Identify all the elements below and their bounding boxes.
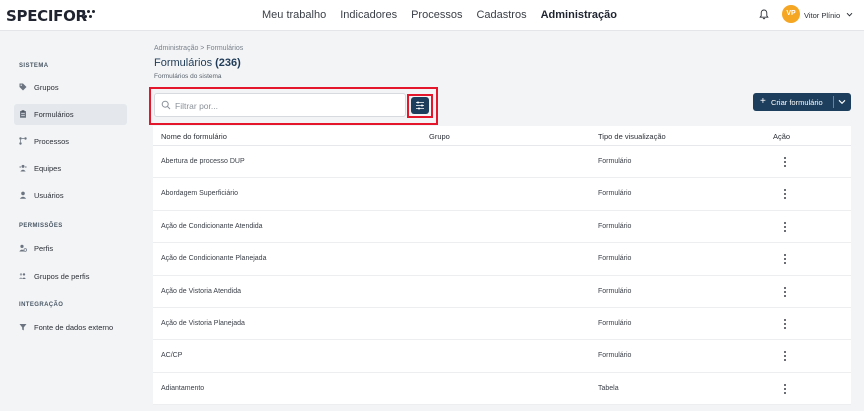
nav-item-indicadores[interactable]: Indicadores	[340, 9, 397, 21]
more-options-icon[interactable]	[782, 220, 788, 234]
search-input[interactable]	[175, 97, 401, 114]
sidebar-item-usuarios[interactable]: Usuários	[14, 185, 127, 206]
profile-gear-icon	[19, 244, 27, 252]
sidebar-item-label: Grupos	[34, 83, 59, 92]
tag-icon	[19, 83, 27, 91]
page-subtitle: Formulários do sistema	[154, 73, 222, 80]
search-icon	[161, 100, 171, 110]
cell-view-type: Formulário	[598, 255, 632, 263]
table-row[interactable]: Ação de Vistoria Planejada Formulário	[153, 307, 851, 341]
table-row[interactable]: AC/CP Formulário	[153, 340, 851, 373]
cell-view-type: Formulário	[598, 222, 632, 230]
page-title-count: (236)	[215, 57, 241, 69]
top-bar: SPECIFOR Meu trabalho Indicadores Proces…	[0, 0, 864, 31]
user-name[interactable]: Vitor Plínio	[804, 11, 840, 20]
more-options-icon[interactable]	[782, 187, 788, 201]
plus-icon: +	[760, 96, 766, 107]
main-nav: Meu trabalho Indicadores Processos Cadas…	[262, 9, 631, 21]
sidebar-section-sistema: SISTEMA	[19, 63, 49, 69]
cell-view-type: Tabela	[598, 384, 619, 392]
cell-form-name: Ação de Condicionante Planejada	[161, 255, 267, 263]
table-header: Nome do formulário Grupo Tipo de visuali…	[153, 126, 851, 146]
funnel-icon	[19, 324, 27, 331]
team-icon	[19, 164, 27, 172]
breadcrumb: Administração > Formulários	[154, 45, 244, 52]
column-header-acao: Ação	[773, 132, 791, 141]
search-box[interactable]	[154, 93, 406, 117]
sidebar-item-label: Fonte de dados externo	[34, 323, 114, 332]
sidebar-item-formularios[interactable]: Formulários	[14, 104, 127, 125]
nav-item-cadastros[interactable]: Cadastros	[476, 9, 526, 21]
table-row[interactable]: Ação de Condicionante Planejada Formulár…	[153, 243, 851, 276]
profile-group-icon	[19, 273, 26, 279]
table-row[interactable]: Ação de Condicionante Atendida Formulári…	[153, 210, 851, 244]
sidebar-item-grupos-de-perfis[interactable]: Grupos de perfis	[14, 266, 127, 287]
sidebar: SISTEMA Grupos Formulários Processos Equ…	[0, 31, 142, 411]
sidebar-item-label: Equipes	[34, 164, 62, 173]
cell-form-name: AC/CP	[161, 352, 183, 360]
sidebar-item-grupos[interactable]: Grupos	[14, 77, 127, 98]
nav-item-processos[interactable]: Processos	[411, 9, 462, 21]
cell-form-name: Ação de Condicionante Atendida	[161, 222, 263, 230]
table-row[interactable]: Ação de Vistoria Atendida Formulário	[153, 275, 851, 308]
sidebar-item-perfis[interactable]: Perfis	[14, 238, 127, 259]
sliders-icon	[416, 101, 424, 110]
chevron-down-icon[interactable]	[838, 99, 846, 105]
logo-text[interactable]: SPECIFOR	[6, 7, 87, 25]
sidebar-item-label: Formulários	[34, 110, 74, 119]
page-title: Formulários (236)	[154, 57, 241, 69]
process-icon	[19, 137, 27, 145]
sidebar-section-permissoes: PERMISSÕES	[19, 223, 63, 229]
table-row[interactable]: Abertura de processo DUP Formulário	[153, 146, 851, 179]
cell-form-name: Abertura de processo DUP	[161, 158, 245, 165]
more-options-icon[interactable]	[782, 155, 788, 169]
cell-form-name: Ação de Vistoria Planejada	[161, 319, 245, 327]
sidebar-item-label: Processos	[34, 137, 70, 146]
page-title-text: Formulários	[154, 57, 213, 69]
cell-view-type: Formulário	[598, 158, 632, 165]
sidebar-item-processos[interactable]: Processos	[14, 131, 127, 152]
bell-icon[interactable]	[759, 9, 769, 20]
cell-form-name: Abordagem Superficiário	[161, 190, 239, 198]
sidebar-item-label: Perfis	[34, 244, 54, 253]
more-options-icon[interactable]	[782, 285, 788, 299]
cell-view-type: Formulário	[598, 352, 632, 360]
column-header-tipo[interactable]: Tipo de visualização	[598, 132, 666, 141]
sidebar-section-integracao: INTEGRAÇÃO	[19, 302, 64, 308]
user-icon	[19, 191, 27, 199]
cell-form-name: Ação de Vistoria Atendida	[161, 287, 242, 295]
sidebar-item-equipes[interactable]: Equipes	[14, 158, 127, 179]
sidebar-item-label: Usuários	[34, 191, 64, 200]
avatar[interactable]: VP	[782, 5, 800, 23]
cell-form-name: Adiantamento	[161, 384, 205, 392]
nav-item-meu-trabalho[interactable]: Meu trabalho	[262, 9, 326, 21]
table-row[interactable]: Adiantamento Tabela	[153, 372, 851, 406]
cell-view-type: Formulário	[598, 190, 632, 198]
more-options-icon[interactable]	[782, 382, 788, 396]
create-form-label: Criar formulário	[771, 98, 823, 107]
nav-item-administracao[interactable]: Administração	[541, 9, 617, 21]
cell-view-type: Formulário	[598, 319, 632, 327]
logo-mark-icon	[82, 10, 96, 20]
chevron-down-icon[interactable]	[846, 11, 853, 18]
column-header-nome[interactable]: Nome do formulário	[161, 132, 227, 141]
sidebar-item-fonte-de-dados-externo[interactable]: Fonte de dados externo	[14, 317, 127, 338]
forms-table: Nome do formulário Grupo Tipo de visuali…	[153, 126, 851, 406]
filter-settings-button[interactable]	[411, 97, 429, 114]
more-options-icon[interactable]	[782, 349, 788, 363]
table-row[interactable]: Abordagem Superficiário Formulário	[153, 178, 851, 211]
clipboard-icon	[20, 110, 26, 118]
more-options-icon[interactable]	[782, 252, 788, 266]
more-options-icon[interactable]	[782, 317, 788, 331]
button-divider	[833, 96, 834, 108]
cell-view-type: Formulário	[598, 287, 632, 295]
main-content: Administração > Formulários Formulários …	[142, 31, 864, 411]
create-form-button[interactable]: + Criar formulário	[753, 93, 851, 111]
column-header-grupo[interactable]: Grupo	[429, 132, 450, 141]
sidebar-item-label: Grupos de perfis	[34, 272, 90, 281]
